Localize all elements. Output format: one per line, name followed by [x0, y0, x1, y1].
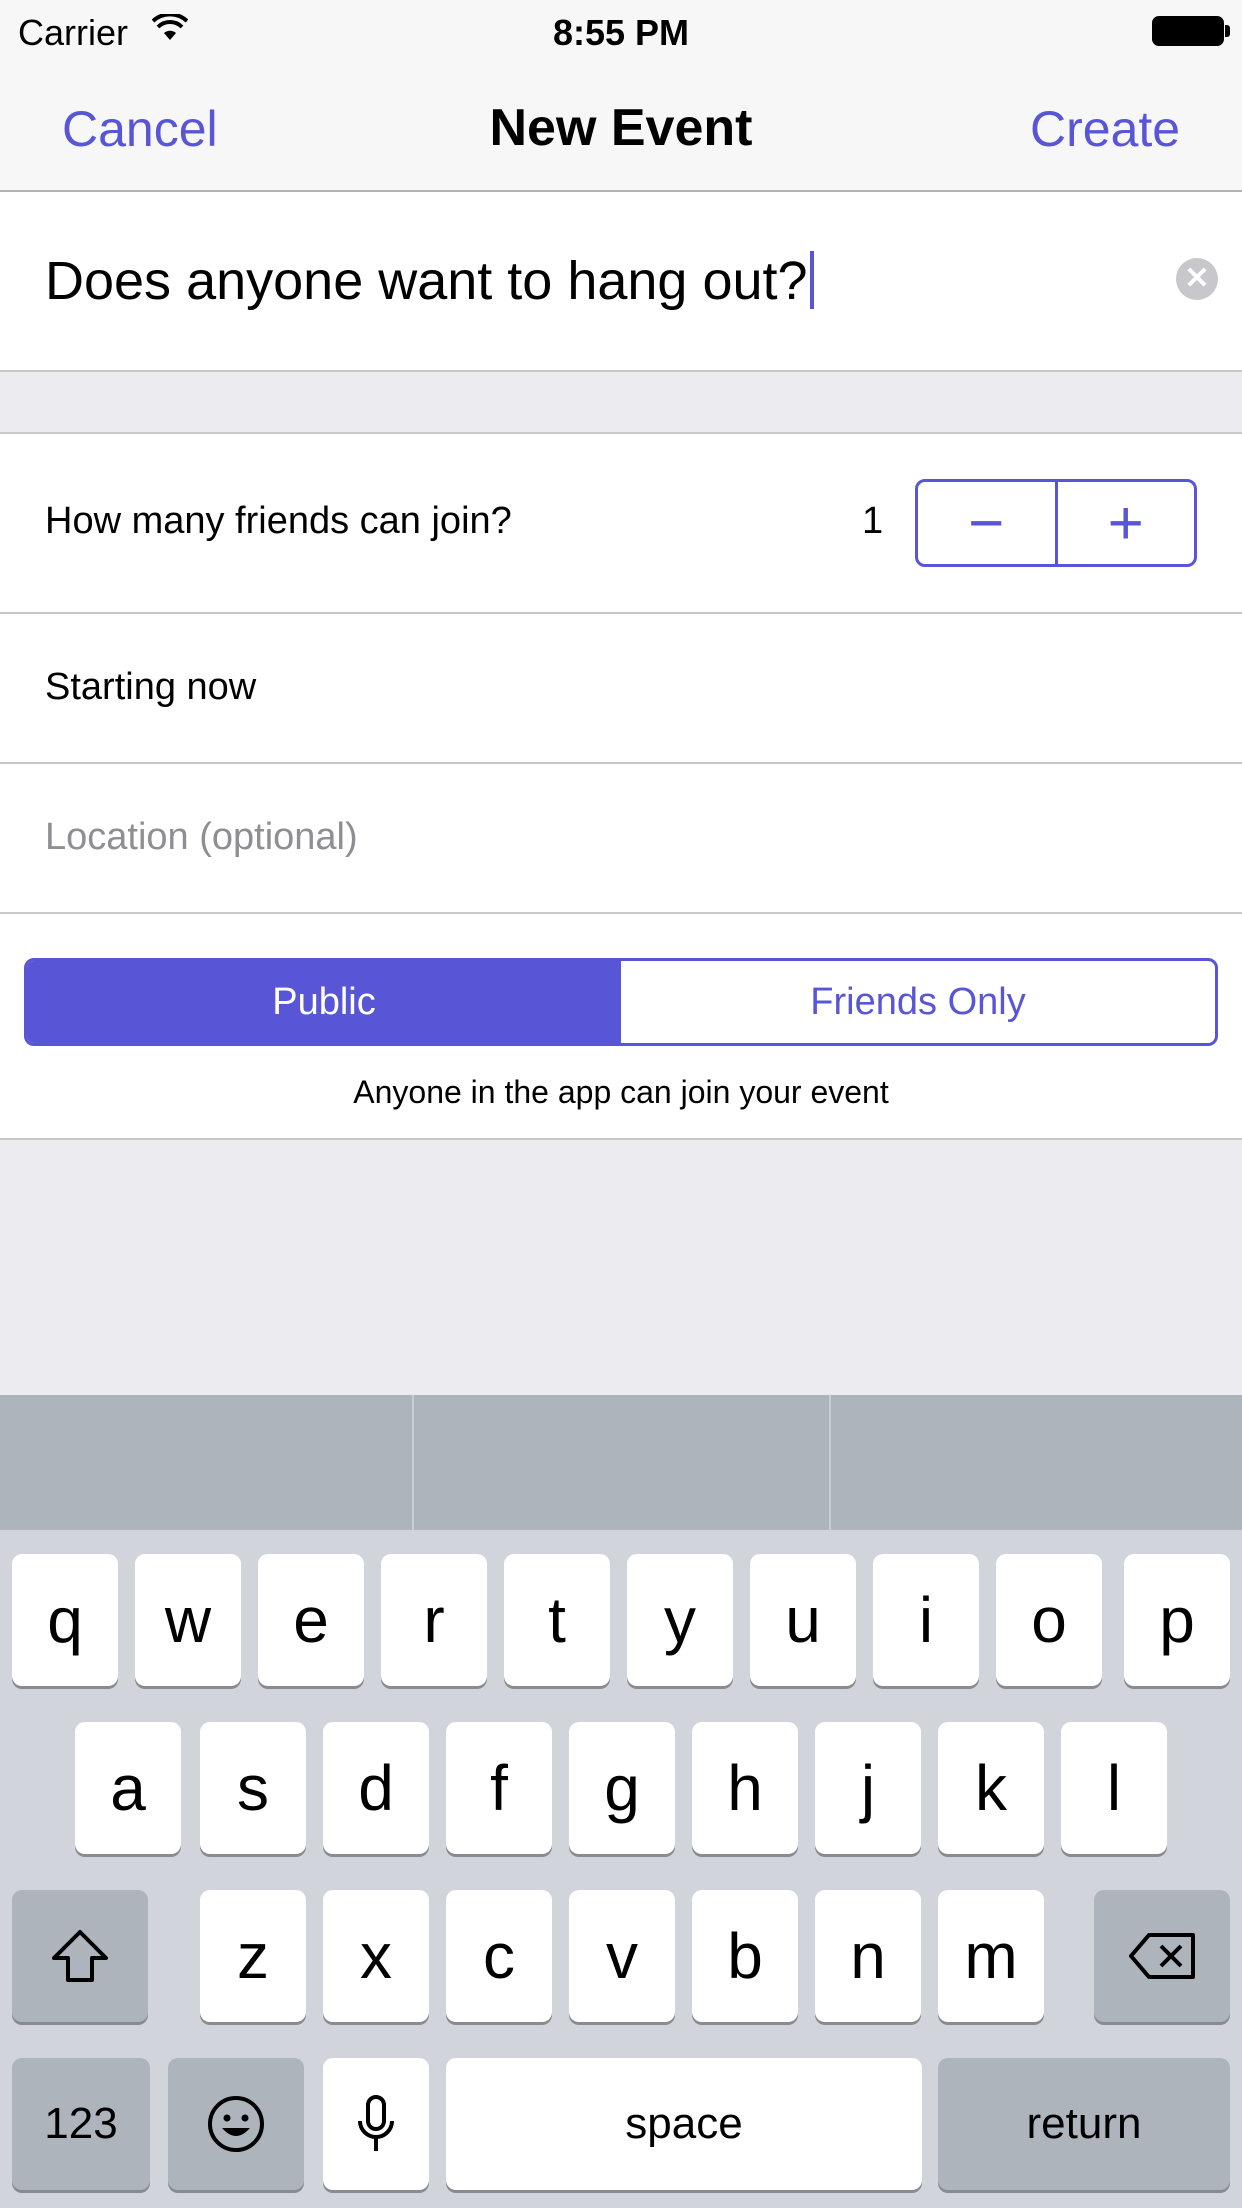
numbers-key[interactable]: 123	[12, 2058, 150, 2190]
visibility-segmented-control[interactable]: Public Friends Only	[24, 958, 1218, 1046]
key-p[interactable]: p	[1124, 1554, 1230, 1686]
key-m[interactable]: m	[938, 1890, 1044, 2022]
key-v[interactable]: v	[569, 1890, 675, 2022]
key-f[interactable]: f	[446, 1722, 552, 1854]
friends-label: How many friends can join?	[45, 500, 512, 542]
event-title-field[interactable]: Does anyone want to hang out? ✕	[0, 192, 1242, 372]
row-divider	[0, 612, 1242, 614]
location-input[interactable]: Location (optional)	[45, 816, 358, 859]
battery-icon	[1152, 16, 1224, 46]
predictive-bar	[0, 1395, 1242, 1530]
key-r[interactable]: r	[381, 1554, 487, 1686]
battery-tip	[1225, 25, 1230, 37]
emoji-icon	[208, 2096, 264, 2152]
key-o[interactable]: o	[996, 1554, 1102, 1686]
suggestion-divider	[829, 1395, 831, 1530]
event-title-value: Does anyone want to hang out?	[45, 251, 808, 311]
key-j[interactable]: j	[815, 1722, 921, 1854]
key-b[interactable]: b	[692, 1890, 798, 2022]
key-x[interactable]: x	[323, 1890, 429, 2022]
emoji-key[interactable]	[168, 2058, 304, 2190]
suggestion-divider	[412, 1395, 414, 1530]
space-key[interactable]: space	[446, 2058, 922, 2190]
shift-icon	[52, 1930, 108, 1982]
microphone-icon	[358, 2095, 394, 2151]
key-g[interactable]: g	[569, 1722, 675, 1854]
key-w[interactable]: w	[135, 1554, 241, 1686]
key-t[interactable]: t	[504, 1554, 610, 1686]
friends-count: 1	[862, 500, 884, 542]
clock: 8:55 PM	[552, 12, 690, 53]
key-d[interactable]: d	[323, 1722, 429, 1854]
backspace-key[interactable]	[1094, 1890, 1230, 2022]
key-n[interactable]: n	[815, 1890, 921, 2022]
visibility-caption: Anyone in the app can join your event	[353, 1074, 889, 1110]
dictation-key[interactable]	[323, 2058, 429, 2190]
key-y[interactable]: y	[627, 1554, 733, 1686]
key-k[interactable]: k	[938, 1722, 1044, 1854]
key-h[interactable]: h	[692, 1722, 798, 1854]
key-l[interactable]: l	[1061, 1722, 1167, 1854]
shift-key[interactable]	[12, 1890, 148, 2022]
row-divider	[0, 912, 1242, 914]
key-u[interactable]: u	[750, 1554, 856, 1686]
keyboard: q w e r t y u i o p a s d f g h j k l z …	[0, 1395, 1242, 2208]
key-a[interactable]: a	[75, 1722, 181, 1854]
create-button[interactable]: Create	[1030, 100, 1180, 158]
key-q[interactable]: q	[12, 1554, 118, 1686]
key-z[interactable]: z	[200, 1890, 306, 2022]
clear-icon[interactable]: ✕	[1176, 258, 1218, 300]
segment-friends-only[interactable]: Friends Only	[621, 961, 1215, 1043]
return-key[interactable]: return	[938, 2058, 1230, 2190]
backspace-icon	[1129, 1933, 1195, 1979]
key-s[interactable]: s	[200, 1722, 306, 1854]
event-title-input[interactable]: Does anyone want to hang out?	[45, 250, 814, 312]
increment-button[interactable]: +	[1054, 482, 1195, 564]
event-options-form: How many friends can join? 1 − + Startin…	[0, 432, 1242, 1140]
row-divider	[0, 762, 1242, 764]
segment-public[interactable]: Public	[27, 961, 621, 1043]
key-e[interactable]: e	[258, 1554, 364, 1686]
decrement-button[interactable]: −	[918, 482, 1055, 564]
key-c[interactable]: c	[446, 1890, 552, 2022]
start-time-row[interactable]: Starting now	[45, 666, 256, 709]
status-bar: Carrier 8:55 PM	[0, 0, 1242, 60]
key-i[interactable]: i	[873, 1554, 979, 1686]
text-cursor	[809, 251, 814, 309]
navigation-bar: Cancel New Event Create	[0, 60, 1242, 192]
friends-stepper[interactable]: − +	[915, 479, 1197, 567]
